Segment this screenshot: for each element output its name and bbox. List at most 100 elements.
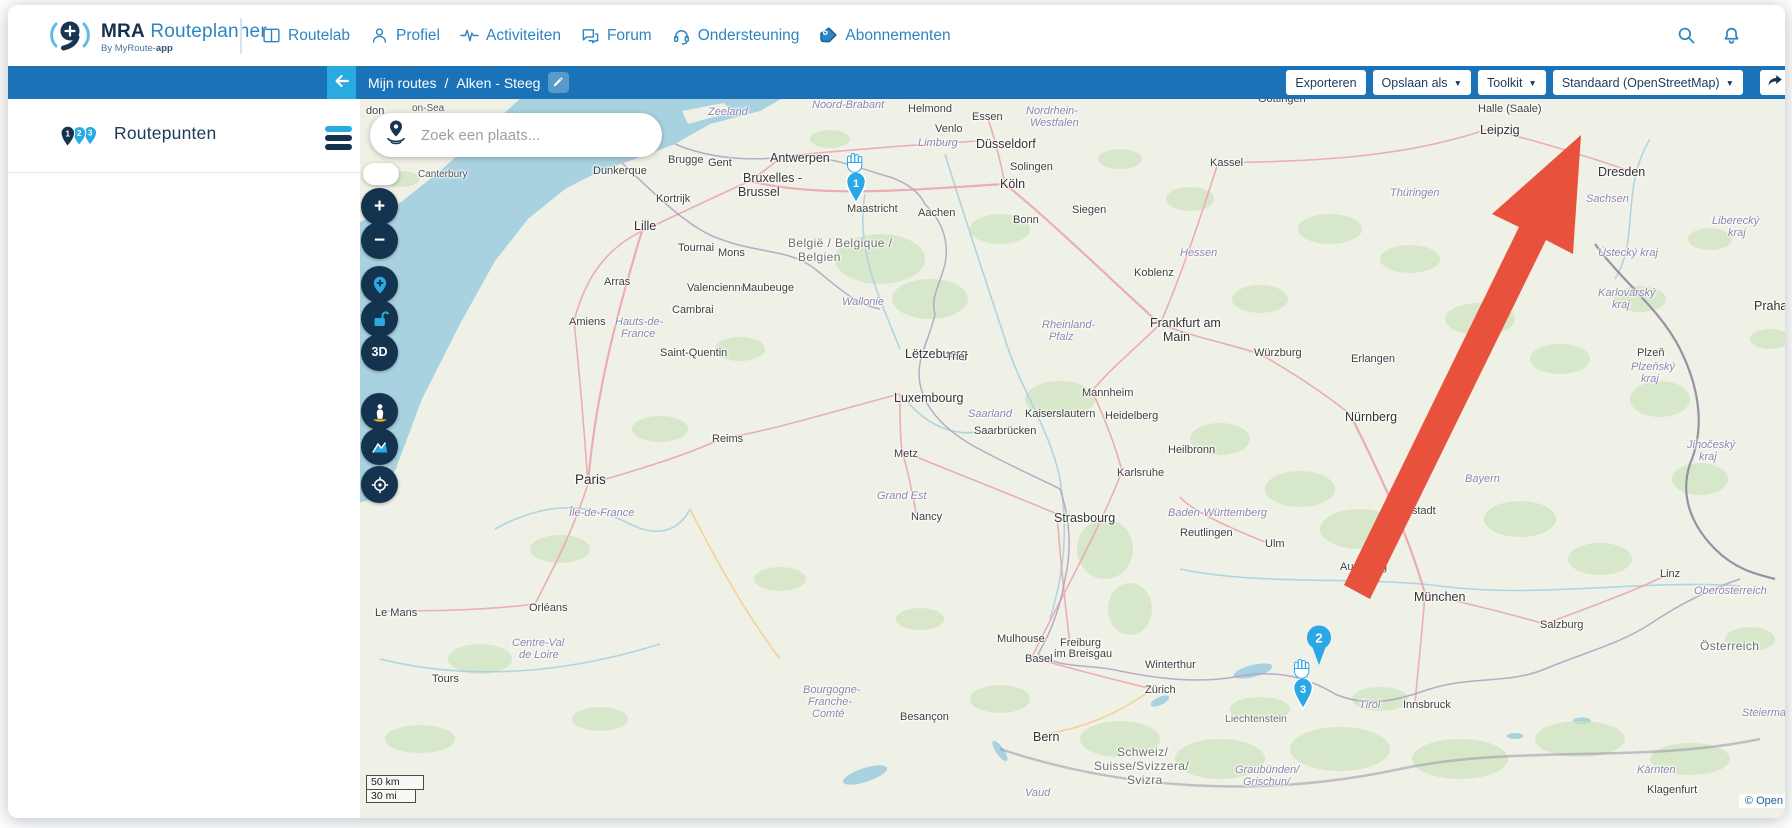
nav-item-ondersteuning[interactable]: Ondersteuning [672,26,800,45]
map-label: Linz [1660,568,1680,580]
standaard-openstreetmap--button[interactable]: Standaard (OpenStreetMap) ▼ [1553,70,1743,95]
svg-text:3: 3 [1300,684,1306,696]
map-label: Hessen [1180,247,1217,259]
map-label: Saint-Quentin [660,347,727,359]
map-label: Siegen [1072,204,1106,216]
zoom-in-glyph: + [374,197,385,216]
opslaan-als-button[interactable]: Opslaan als▼ [1373,70,1471,95]
share-button[interactable] [1760,70,1785,95]
map-label: Orléans [529,602,568,614]
map-label: Helmond [908,103,952,115]
map-label: Liechtenstein [1225,713,1287,725]
map-label: Amiens [569,316,606,328]
route-marker-1[interactable]: 1 [838,151,874,210]
map-label: Plzeňský [1631,361,1675,373]
sidebar-menu-button[interactable] [325,126,352,150]
edit-route-name-button[interactable] [548,72,569,93]
map-label: Bourgogne- [803,684,861,696]
map-label: Canterbury [418,169,467,180]
nav-item-label: Abonnementen [845,27,950,45]
view-3d-glyph: 3D [372,346,388,359]
map-label: Kortrijk [656,193,690,205]
map-label: Solingen [1010,161,1053,173]
sidebar-divider [8,172,360,173]
map-label: Basel [1025,653,1053,665]
map-label: Jihočeský [1687,439,1735,451]
elevation-button[interactable] [361,428,398,465]
brand-logo[interactable]: MRA Routeplanner By MyRoute-app [48,13,267,62]
map-label: Tirol [1359,699,1380,711]
zoom-in-button[interactable]: + [361,188,398,225]
waypoint-icon [370,275,390,295]
breadcrumb-parent[interactable]: Mijn routes [368,75,436,91]
nav-item-activiteiten[interactable]: Activiteiten [460,26,561,45]
map-label: Nordrhein- [1026,105,1078,117]
map-label: Kaiserslautern [1025,408,1095,420]
map-canvas[interactable]: donon-SeaCanterburyZeelandNoord-BrabantH… [360,99,1785,818]
route-bar-actions: ExporterenOpslaan als▼Toolkit▼Standaard … [1286,70,1743,95]
map-attribution[interactable]: © Open [1739,794,1785,808]
route-marker-3[interactable]: 3 [1285,657,1321,716]
recenter-button[interactable] [361,466,398,503]
tag-icon [819,26,838,45]
zoom-out-button[interactable]: − [361,222,398,259]
map-label: Nürnberg [1345,410,1397,424]
search-place-input[interactable] [419,126,649,145]
map-label: Brussel [738,185,780,199]
add-waypoint-button[interactable] [361,266,398,303]
nav-item-routelab[interactable]: Routelab [262,26,350,45]
button-label: Opslaan als [1382,76,1448,90]
view-3d-button[interactable]: 3D [361,334,398,371]
route-pins-123-icon: 3 2 1 [57,118,99,153]
mra-logo-icon [48,13,92,62]
map-label: Graubünden/ [1235,764,1299,776]
nav-item-label: Activiteiten [486,27,561,45]
map-label: Bern [1033,730,1059,744]
nav-item-profiel[interactable]: Profiel [370,26,440,45]
unlock-button[interactable] [361,300,398,337]
map-label: Le Mans [375,607,417,619]
back-button[interactable] [327,66,356,99]
map-label: Westfalen [1030,117,1079,129]
map-label: Metz [894,448,918,460]
scale-km: 50 km [366,775,424,790]
map-label: Reutlingen [1180,527,1233,539]
street-view-button[interactable] [361,393,398,430]
breadcrumb-current: Alken - Steeg [456,75,540,91]
nav-item-abonnementen[interactable]: Abonnementen [819,26,950,45]
locate-place-icon [383,119,409,151]
map-label: Trier [946,351,968,363]
chevron-down-icon: ▼ [1528,78,1536,88]
map-label: Grand Est [877,490,927,502]
map-label: Strasbourg [1054,511,1115,525]
map-label: Köln [1000,177,1025,191]
map-label: Grischun/ [1243,776,1290,788]
map-label: Schweiz/ [1117,745,1168,759]
button-label: Standaard (OpenStreetMap) [1562,76,1720,90]
map-label: Franche- [808,696,852,708]
hamburger-icon [325,126,352,132]
map-label: Zeeland [708,106,748,118]
headset-icon [672,26,691,45]
map-label: Tournai [678,242,714,254]
map-label: Halle (Saale) [1478,103,1542,115]
map-label: Essen [972,111,1003,123]
nav-item-forum[interactable]: Forum [581,26,652,45]
toolkit-button[interactable]: Toolkit▼ [1478,70,1546,95]
sidebar-routepoints: 3 2 1 Routepunten [8,99,360,818]
panel-toggle-pill[interactable] [363,163,399,185]
map-label: Wallonie [842,296,884,308]
svg-text:3: 3 [88,129,93,138]
nav-item-label: Routelab [288,27,350,45]
map-label: Venlo [935,123,963,135]
pencil-icon [552,75,565,91]
notifications-button[interactable] [1722,26,1741,45]
sidebar-title: Routepunten [114,123,216,144]
search-button[interactable] [1677,26,1696,45]
person-icon [370,26,389,45]
map-label: Frankfurt am [1150,316,1221,330]
map-label: kraj [1612,299,1630,311]
map-label: Dresden [1598,165,1645,179]
chevron-down-icon: ▼ [1726,78,1734,88]
exporteren-button[interactable]: Exporteren [1286,70,1365,95]
